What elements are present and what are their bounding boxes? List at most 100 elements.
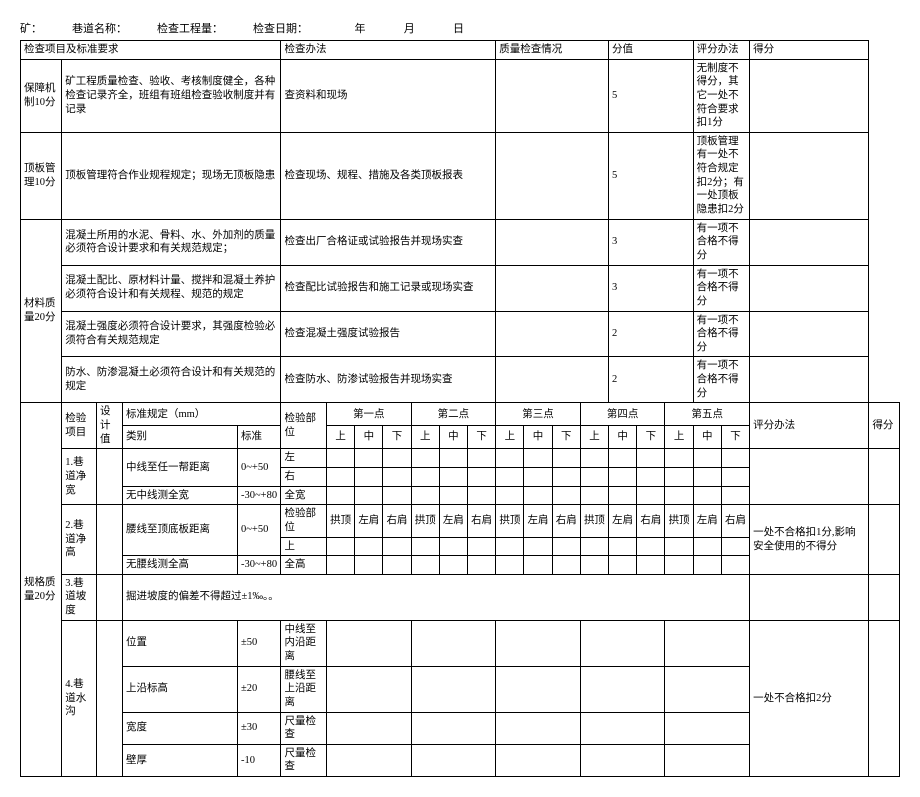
th-score: 得分 (750, 41, 869, 60)
s4r1-part: 中线至内沿距离 (281, 620, 327, 666)
rule-mat3: 有一项不合格不得分 (693, 311, 749, 357)
s3-rule (750, 574, 869, 620)
th-requirements: 检查项目及标准要求 (21, 41, 281, 60)
row-mat4: 防水、防渗混凝土必须符合设计和有关规范的规定 检查防水、防渗试验报告并现场实查 … (21, 357, 900, 403)
s1b-std: -30~+80 (237, 486, 280, 505)
s2b-p: 全高 (281, 556, 327, 575)
s4r3-cls: 宽度 (122, 712, 237, 744)
s3-design (96, 574, 122, 620)
s4-name: 4.巷道水沟 (62, 620, 97, 776)
rule-mat4: 有一项不合格不得分 (693, 357, 749, 403)
points-mat1: 3 (609, 219, 694, 265)
s4-score (869, 620, 900, 776)
score-roof (750, 132, 869, 219)
s2b-cls: 无腰线测全高 (122, 556, 237, 575)
s4r3-std: ±30 (237, 712, 280, 744)
th-rule: 评分办法 (693, 41, 749, 60)
s4-rule: 一处不合格扣2分 (750, 620, 869, 776)
tunnel-label: 巷道名称： (72, 20, 127, 36)
s4-design (96, 620, 122, 776)
s1a-std: 0~+50 (237, 449, 280, 486)
s2-rule: 一处不合格扣1分,影响安全使用的不得分 (750, 505, 869, 575)
s2a-p1: 上 (281, 537, 327, 556)
s4r2-std: ±20 (237, 666, 280, 712)
header-line: 矿： 巷道名称： 检查工程量： 检查日期： 年 月 日 (20, 20, 900, 36)
sh-score: 得分 (869, 403, 900, 449)
s2-name: 2.巷道净高 (62, 505, 97, 575)
method-mat4: 检查防水、防渗试验报告并现场实查 (281, 357, 496, 403)
score-guarantee (750, 59, 869, 132)
row-mat2: 混凝土配比、原材料计量、搅拌和混凝土养护必须符合设计和有关规程、规范的规定 检查… (21, 265, 900, 311)
method-mat3: 检查混凝土强度试验报告 (281, 311, 496, 357)
check-date: 检查日期： 年 月 日 (253, 20, 494, 36)
s3-name: 3.巷道坡度 (62, 574, 97, 620)
s2a-std: 0~+50 (237, 505, 280, 556)
req-roof: 顶板管理符合作业规程规定；现场无顶板隐患 (62, 132, 281, 219)
score-mat1 (750, 219, 869, 265)
method-mat1: 检查出厂合格证或试验报告并现场实查 (281, 219, 496, 265)
points-roof: 5 (609, 132, 694, 219)
cat-spec: 规格质量20分 (21, 403, 62, 777)
situation-roof (496, 132, 609, 219)
row-s3: 3.巷道坡度 掘进坡度的偏差不得超过±1‰。。 (21, 574, 900, 620)
req-mat3: 混凝土强度必须符合设计要求，其强度检验必须符合有关规范规定 (62, 311, 281, 357)
situation-guarantee (496, 59, 609, 132)
s1a-p1: 左 (281, 449, 327, 468)
method-mat2: 检查配比试验报告和施工记录或现场实查 (281, 265, 496, 311)
s1-score (869, 449, 900, 505)
row-guarantee: 保障机制10分 矿工程质量检查、验收、考核制度健全，各种检查记录齐全，班组有班组… (21, 59, 900, 132)
row-s1a: 1.巷道净宽 中线至任一帮距离 0~+50 左 (21, 449, 900, 468)
s4r4-std: -10 (237, 744, 280, 776)
s4r1-cls: 位置 (122, 620, 237, 666)
sh-stdv: 标准 (237, 426, 280, 449)
sh-cls: 类别 (122, 426, 237, 449)
rule-guarantee: 无制度不得分，其它一处不符合要求扣1分 (693, 59, 749, 132)
s1b-cls: 无中线测全宽 (122, 486, 237, 505)
situation-mat1 (496, 219, 609, 265)
s2-design (96, 505, 122, 575)
method-guarantee: 查资料和现场 (281, 59, 496, 132)
sh-p2: 第二点 (411, 403, 496, 426)
req-mat1: 混凝土所用的水泥、骨料、水、外加剂的质量必须符合设计要求和有关规范规定； (62, 219, 281, 265)
points-mat2: 3 (609, 265, 694, 311)
row-s2head: 2.巷道净高 腰线至顶底板距离 0~+50 检验部位 拱顶左肩右肩 拱顶左肩右肩… (21, 505, 900, 537)
s2-hpart: 检验部位 (281, 505, 327, 537)
method-roof: 检查现场、规程、措施及各类顶板报表 (281, 132, 496, 219)
rule-mat1: 有一项不合格不得分 (693, 219, 749, 265)
points-mat3: 2 (609, 311, 694, 357)
row-s4a: 4.巷道水沟 位置 ±50 中线至内沿距离 一处不合格扣2分 (21, 620, 900, 666)
sh-rule: 评分办法 (750, 403, 869, 449)
row-spec-head1: 规格质量20分 检验项目 设计值 标准规定（mm） 检验部位 第一点 第二点 第… (21, 403, 900, 426)
req-mat2: 混凝土配比、原材料计量、搅拌和混凝土养护必须符合设计和有关规程、规范的规定 (62, 265, 281, 311)
req-mat4: 防水、防渗混凝土必须符合设计和有关规范的规定 (62, 357, 281, 403)
sh-p1: 第一点 (327, 403, 412, 426)
s1-name: 1.巷道净宽 (62, 449, 97, 505)
s1-design (96, 449, 122, 505)
th-situation: 质量检查情况 (496, 41, 609, 60)
cat-guarantee: 保障机制10分 (21, 59, 62, 132)
s1-rule (750, 449, 869, 505)
s3-req: 掘进坡度的偏差不得超过±1‰。。 (122, 574, 749, 620)
th-points: 分值 (609, 41, 694, 60)
sh-p4: 第四点 (580, 403, 665, 426)
points-mat4: 2 (609, 357, 694, 403)
th-method: 检查办法 (281, 41, 496, 60)
sh-item: 检验项目 (62, 403, 97, 449)
s1b-p: 全宽 (281, 486, 327, 505)
s4r3-part: 尺量检查 (281, 712, 327, 744)
s2b-std: -30~+80 (237, 556, 280, 575)
rule-mat2: 有一项不合格不得分 (693, 265, 749, 311)
sh-std: 标准规定（mm） (122, 403, 280, 426)
s4r4-cls: 壁厚 (122, 744, 237, 776)
req-guarantee: 矿工程质量检查、验收、考核制度健全，各种检查记录齐全，班组有班组检查验收制度并有… (62, 59, 281, 132)
mine-label: 矿： (20, 20, 42, 36)
sh-part: 检验部位 (281, 403, 327, 449)
sh-design: 设计值 (96, 403, 122, 449)
row-mat3: 混凝土强度必须符合设计要求，其强度检验必须符合有关规范规定 检查混凝土强度试验报… (21, 311, 900, 357)
cat-roof: 顶板管理10分 (21, 132, 62, 219)
s4r1-std: ±50 (237, 620, 280, 666)
row-mat1: 材料质量20分 混凝土所用的水泥、骨料、水、外加剂的质量必须符合设计要求和有关规… (21, 219, 900, 265)
rule-roof: 顶板管理有一处不符合规定扣2分；有一处顶板隐患扣2分 (693, 132, 749, 219)
s1a-p2: 右 (281, 467, 327, 486)
s4r2-part: 腰线至上沿距离 (281, 666, 327, 712)
